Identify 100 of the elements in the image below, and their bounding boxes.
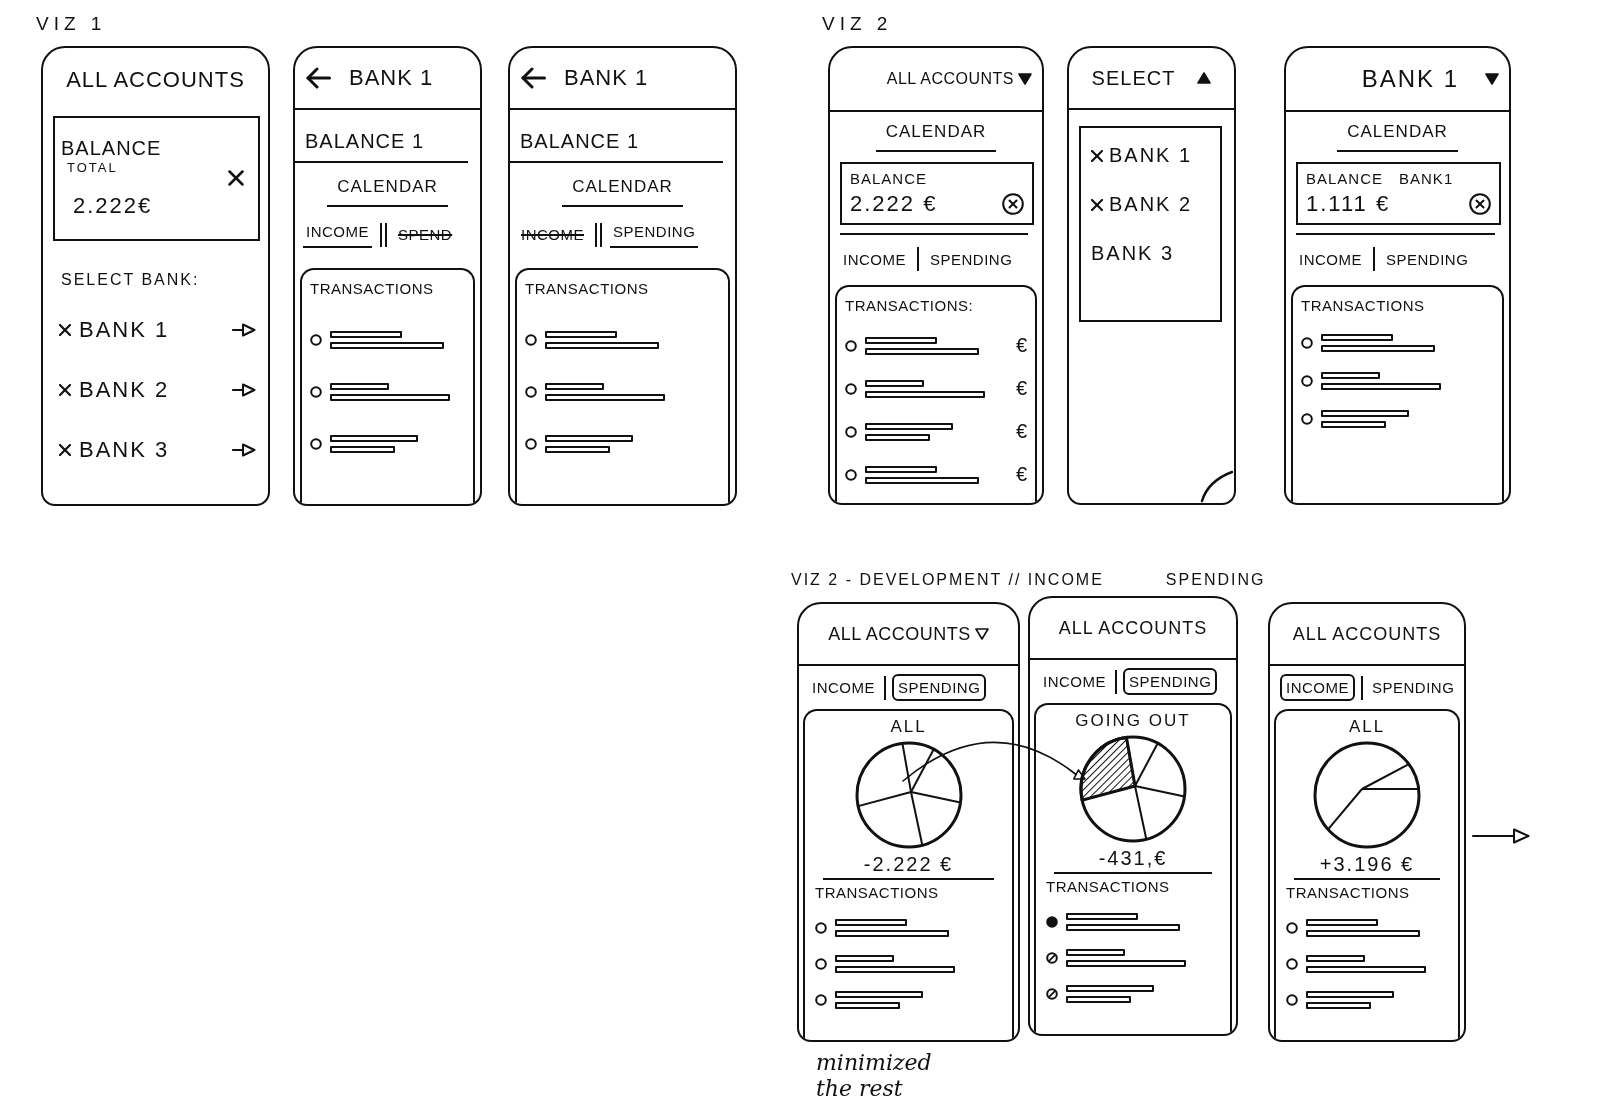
- tab[interactable]: INCOME: [840, 248, 909, 270]
- bank-option[interactable]: BANK 1: [1109, 144, 1193, 167]
- right-arrow-icon[interactable]: [232, 323, 256, 337]
- tab[interactable]: SPEND: [395, 224, 456, 245]
- placeholder-bar: [1321, 372, 1380, 379]
- balance-amount: 2.222€: [73, 192, 153, 219]
- transactions-title: TRANSACTIONS: [1301, 297, 1426, 314]
- placeholder-bar: [835, 1002, 900, 1009]
- x-mark-icon[interactable]: [59, 384, 71, 396]
- placeholder-bar: [330, 331, 402, 338]
- placeholder-bar: [865, 465, 937, 473]
- tab[interactable]: SPENDING: [927, 248, 1016, 270]
- close-icon[interactable]: [1469, 193, 1491, 215]
- transactions-title: TRANSACTIONS: [815, 884, 940, 901]
- placeholder-bar: [865, 433, 930, 441]
- dropdown-button[interactable]: ALL ACCOUNTS: [828, 623, 989, 645]
- annotation-note: minimized the rest: [816, 1050, 933, 1102]
- double-bar-divider: [595, 222, 602, 247]
- hatched-circle-icon: [1046, 988, 1058, 1000]
- placeholder-bar: [1066, 949, 1125, 956]
- x-mark-icon[interactable]: [59, 444, 71, 456]
- total-amount: -431,€: [1098, 847, 1168, 870]
- circle-icon: [525, 386, 537, 398]
- bank-name[interactable]: BANK 2: [79, 377, 170, 403]
- tab[interactable]: INCOME: [1040, 671, 1109, 692]
- section-title: VIZ 2 - DEVELOPMENT // INCOME: [791, 571, 1104, 589]
- calendar-link[interactable]: CALENDAR: [562, 177, 683, 207]
- x-mark-icon[interactable]: [1091, 198, 1103, 211]
- total-amount: -2.222 €: [863, 853, 954, 876]
- tab[interactable]: SPENDING: [1383, 248, 1472, 270]
- placeholder-bar: [1066, 913, 1138, 920]
- placeholder-bar: [1306, 919, 1378, 926]
- placeholder-bar: [330, 446, 395, 453]
- circle-icon: [310, 438, 322, 450]
- screen-title: ALL ACCOUNTS: [1292, 623, 1442, 645]
- bank-name[interactable]: BANK 3: [79, 437, 170, 463]
- tab[interactable]: SPENDING: [892, 674, 987, 701]
- x-mark-icon[interactable]: [59, 324, 71, 336]
- close-icon[interactable]: [1002, 193, 1024, 215]
- tab[interactable]: SPENDING: [610, 221, 699, 248]
- placeholder-bar: [545, 383, 604, 390]
- circle-icon: [1301, 337, 1313, 349]
- tab[interactable]: SPENDING: [1369, 677, 1458, 698]
- dropdown-button[interactable]: ALL ACCOUNTS: [886, 70, 1032, 88]
- right-arrow-icon[interactable]: [232, 383, 256, 397]
- balance-title: BALANCE 1: [295, 110, 468, 163]
- tab[interactable]: INCOME: [1296, 248, 1365, 270]
- calendar-link[interactable]: CALENDAR: [327, 177, 448, 207]
- chart-title: GOING OUT: [1075, 711, 1191, 731]
- calendar-link[interactable]: CALENDAR: [875, 122, 997, 152]
- transaction-amount: €: [1015, 463, 1027, 486]
- right-arrow-icon[interactable]: [232, 443, 256, 457]
- placeholder-bar: [1306, 955, 1365, 962]
- bank-option[interactable]: BANK 2: [1109, 193, 1193, 216]
- close-icon[interactable]: [228, 169, 244, 186]
- bank-name[interactable]: BANK 1: [79, 317, 170, 343]
- tab[interactable]: INCOME: [518, 224, 587, 245]
- balance-amount: 1.111 €: [1306, 191, 1391, 217]
- back-arrow-icon[interactable]: [520, 67, 546, 89]
- circle-icon: [1301, 375, 1313, 387]
- total-amount: +3.196 €: [1319, 853, 1415, 876]
- circle-icon: [845, 339, 857, 352]
- back-arrow-icon[interactable]: [305, 67, 331, 89]
- dropdown-button[interactable]: BANK 1: [1361, 65, 1499, 93]
- section-title: VIZ 2: [822, 13, 893, 35]
- circle-icon: [815, 922, 827, 934]
- balance-label: BALANCE: [850, 170, 928, 187]
- balance-sublabel: TOTAL: [67, 159, 118, 175]
- tab[interactable]: SPENDING: [1123, 668, 1218, 695]
- double-bar-divider: [380, 222, 387, 247]
- circle-icon: [1301, 413, 1313, 425]
- circle-icon: [310, 334, 322, 346]
- tab[interactable]: INCOME: [303, 221, 372, 248]
- tab[interactable]: INCOME: [809, 677, 878, 698]
- select-bank-label: SELECT BANK:: [61, 271, 201, 289]
- circle-icon: [525, 334, 537, 346]
- balance-label: BALANCE: [61, 136, 162, 160]
- transaction-amount: €: [1015, 420, 1027, 443]
- circle-icon: [525, 438, 537, 450]
- tab[interactable]: INCOME: [1280, 674, 1355, 701]
- chart-title: ALL: [890, 717, 927, 737]
- section-title: VIZ 1: [36, 13, 107, 35]
- filled-circle-icon: [1046, 916, 1058, 928]
- transaction-amount: €: [1015, 334, 1027, 357]
- placeholder-bar: [1066, 996, 1131, 1003]
- placeholder-bar: [1321, 334, 1393, 341]
- hatched-circle-icon: [1046, 952, 1058, 964]
- bank-option[interactable]: BANK 3: [1091, 242, 1175, 265]
- circle-icon: [310, 386, 322, 398]
- x-mark-icon[interactable]: [1091, 149, 1103, 162]
- screen-title: ALL ACCOUNTS: [1058, 617, 1208, 639]
- calendar-link[interactable]: CALENDAR: [1337, 122, 1458, 152]
- transactions-title: TRANSACTIONS:: [845, 297, 975, 314]
- screen-title: BANK 1: [564, 65, 649, 91]
- placeholder-bar: [835, 955, 894, 962]
- placeholder-bar: [865, 336, 937, 344]
- circle-icon: [1286, 922, 1298, 934]
- screen-title: BANK 1: [349, 65, 434, 91]
- dropdown-button[interactable]: SELECT: [1091, 66, 1212, 90]
- placeholder-bar: [1306, 1002, 1371, 1009]
